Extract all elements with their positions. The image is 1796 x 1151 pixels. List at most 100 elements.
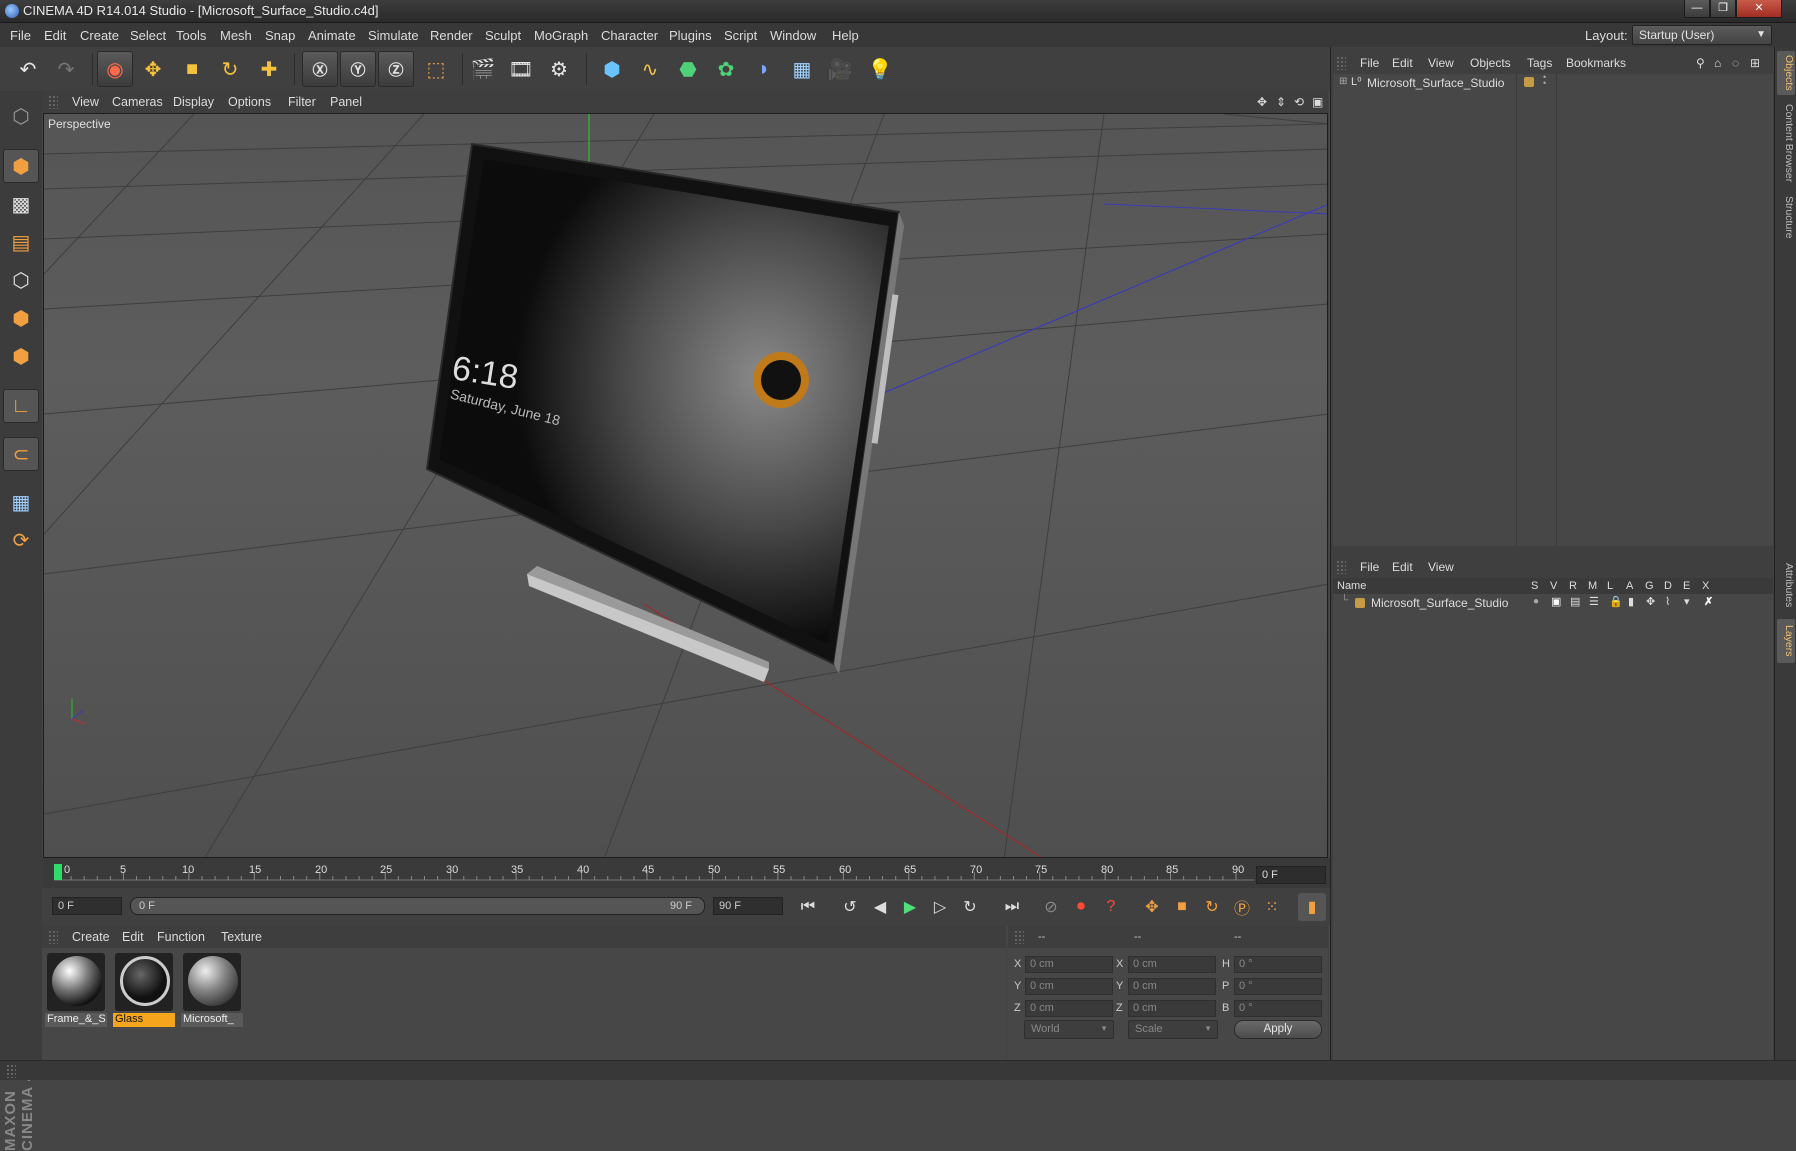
next-frame-icon[interactable]: ▷ [926, 893, 954, 921]
material-swatch[interactable]: Glass [113, 953, 175, 1031]
panel-grip-icon[interactable] [1336, 560, 1346, 574]
manager-toggle-icon[interactable]: ☰ [1589, 595, 1599, 608]
render-view-icon[interactable]: 🎬 [465, 51, 501, 87]
layer-color-icon[interactable] [1524, 77, 1534, 87]
viewport-menu-panel[interactable]: Panel [330, 95, 362, 109]
coordinate-space-dropdown[interactable]: World ▼ [1024, 1020, 1114, 1039]
object-menu-view[interactable]: View [1428, 56, 1454, 70]
timeline-ruler[interactable]: 0 5 10 15 20 25 30 35 40 45 50 55 60 65 … [42, 858, 1330, 888]
cube-primitive-icon[interactable]: ⬢ [594, 51, 630, 87]
rotation-p-field[interactable]: 0 ° [1234, 978, 1322, 995]
view-toggle-icon[interactable]: ▣ [1551, 595, 1561, 608]
column-xref[interactable]: X [1702, 580, 1709, 592]
material-swatch[interactable]: Frame_&_S [45, 953, 107, 1031]
viewport-rotate-icon[interactable]: ⟲ [1294, 95, 1304, 109]
rotation-b-field[interactable]: 0 ° [1234, 1000, 1322, 1017]
home-icon[interactable]: ⌂ [1714, 56, 1721, 70]
object-menu-tags[interactable]: Tags [1527, 56, 1552, 70]
key-scale-icon[interactable]: ■ [1168, 893, 1196, 921]
light-icon[interactable]: 💡 [862, 51, 898, 87]
viewport-dolly-icon[interactable]: ⇕ [1276, 95, 1286, 109]
layer-menu-edit[interactable]: Edit [1392, 560, 1413, 574]
material-menu-create[interactable]: Create [72, 930, 110, 944]
layer-row[interactable]: └ Microsoft_Surface_Studio ● ▣ ▤ ☰ 🔒 ▮ ✥… [1337, 594, 1773, 612]
menu-animate[interactable]: Animate [308, 28, 356, 43]
timeline-layout-icon[interactable]: ▮ [1298, 893, 1326, 921]
camera-icon[interactable]: 🎥 [822, 51, 858, 87]
autokey-icon[interactable]: ⏺ [1067, 893, 1095, 921]
column-solo[interactable]: S [1531, 580, 1538, 592]
menu-create[interactable]: Create [80, 28, 119, 43]
generators-toggle-icon[interactable]: ✥ [1646, 595, 1655, 608]
x-axis-lock-icon[interactable]: Ⓧ [302, 51, 338, 87]
material-swatch[interactable]: Microsoft_ [181, 953, 243, 1031]
redo-icon[interactable]: ↷ [48, 51, 84, 87]
nurbs-icon[interactable]: ⬣ [670, 51, 706, 87]
size-mode-dropdown[interactable]: Scale ▼ [1128, 1020, 1218, 1039]
make-editable-icon[interactable]: ⬡ [3, 99, 39, 133]
deformers-toggle-icon[interactable]: ⌇ [1665, 595, 1670, 608]
key-parameter-icon[interactable]: Ⓟ [1228, 893, 1256, 921]
layout-dropdown[interactable]: Startup (User) ▼ [1632, 25, 1772, 45]
object-menu-bookmarks[interactable]: Bookmarks [1566, 56, 1626, 70]
previous-frame-icon[interactable]: ◀ [866, 893, 894, 921]
z-axis-lock-icon[interactable]: Ⓩ [378, 51, 414, 87]
current-frame-field[interactable]: 0 F [1256, 866, 1326, 884]
expressions-toggle-icon[interactable]: ▾ [1684, 595, 1690, 608]
position-z-field[interactable]: 0 cm [1025, 1000, 1113, 1017]
tab-layers[interactable]: Layers [1777, 619, 1795, 663]
menu-window[interactable]: Window [770, 28, 816, 43]
tab-objects[interactable]: Objects [1777, 51, 1795, 95]
menu-sculpt[interactable]: Sculpt [485, 28, 521, 43]
layer-menu-file[interactable]: File [1360, 560, 1379, 574]
menu-mesh[interactable]: Mesh [220, 28, 252, 43]
object-menu-objects[interactable]: Objects [1470, 56, 1511, 70]
material-menu-texture[interactable]: Texture [221, 930, 262, 944]
expand-icon[interactable]: ⊞ [1339, 76, 1347, 87]
menu-script[interactable]: Script [724, 28, 757, 43]
key-position-icon[interactable]: ✥ [1138, 893, 1166, 921]
column-render[interactable]: R [1569, 580, 1577, 592]
workplane-icon[interactable]: ▤ [3, 225, 39, 259]
viewport-maximize-icon[interactable]: ▣ [1312, 95, 1323, 109]
key-pla-icon[interactable]: ⁙ [1258, 893, 1286, 921]
menu-select[interactable]: Select [130, 28, 166, 43]
menu-plugins[interactable]: Plugins [669, 28, 712, 43]
search-icon[interactable]: ⚲ [1696, 56, 1705, 70]
tab-content-browser[interactable]: Content Browser [1777, 99, 1795, 187]
polygons-mode-icon[interactable]: ⬢ [3, 339, 39, 373]
menu-mograph[interactable]: MoGraph [534, 28, 588, 43]
go-to-end-icon[interactable]: ⏭ [998, 893, 1026, 921]
move-tool-icon[interactable]: ✥ [135, 51, 171, 87]
visibility-dots-icon[interactable]: • • [1543, 73, 1546, 88]
panel-grip-icon[interactable] [48, 95, 58, 109]
layer-menu-view[interactable]: View [1428, 560, 1454, 574]
menu-character[interactable]: Character [601, 28, 658, 43]
previous-key-icon[interactable]: ↺ [836, 893, 864, 921]
playhead-marker[interactable] [54, 864, 62, 880]
add-object-icon[interactable]: ✚ [251, 51, 287, 87]
end-frame-field[interactable]: 90 F [713, 897, 783, 915]
solo-toggle-icon[interactable]: ● [1533, 596, 1539, 607]
column-generators[interactable]: G [1645, 580, 1654, 592]
render-picture-viewer-icon[interactable]: 🎞 [503, 51, 539, 87]
viewport-menu-filter[interactable]: Filter [288, 95, 316, 109]
panel-grip-icon[interactable] [48, 930, 58, 944]
size-z-field[interactable]: 0 cm [1128, 1000, 1216, 1017]
menu-edit[interactable]: Edit [44, 28, 66, 43]
viewport-move-icon[interactable]: ✥ [1257, 95, 1267, 109]
material-menu-edit[interactable]: Edit [122, 930, 144, 944]
render-toggle-icon[interactable]: ▤ [1570, 595, 1580, 608]
frame-range-slider[interactable]: 0 F 90 F [130, 897, 705, 915]
column-name[interactable]: Name [1337, 580, 1366, 592]
panel-grip-icon[interactable] [6, 1064, 16, 1078]
layer-color-icon[interactable] [1355, 598, 1365, 608]
spline-icon[interactable]: ∿ [632, 51, 668, 87]
edges-mode-icon[interactable]: ⬢ [3, 301, 39, 335]
viewport-menu-options[interactable]: Options [228, 95, 271, 109]
object-row[interactable]: ⊞ L⁰ Microsoft_Surface_Studio • • [1337, 73, 1773, 92]
panel-grip-icon[interactable] [1336, 56, 1346, 70]
array-icon[interactable]: ✿ [708, 51, 744, 87]
material-menu-function[interactable]: Function [157, 930, 205, 944]
undo-icon[interactable]: ↶ [10, 51, 46, 87]
